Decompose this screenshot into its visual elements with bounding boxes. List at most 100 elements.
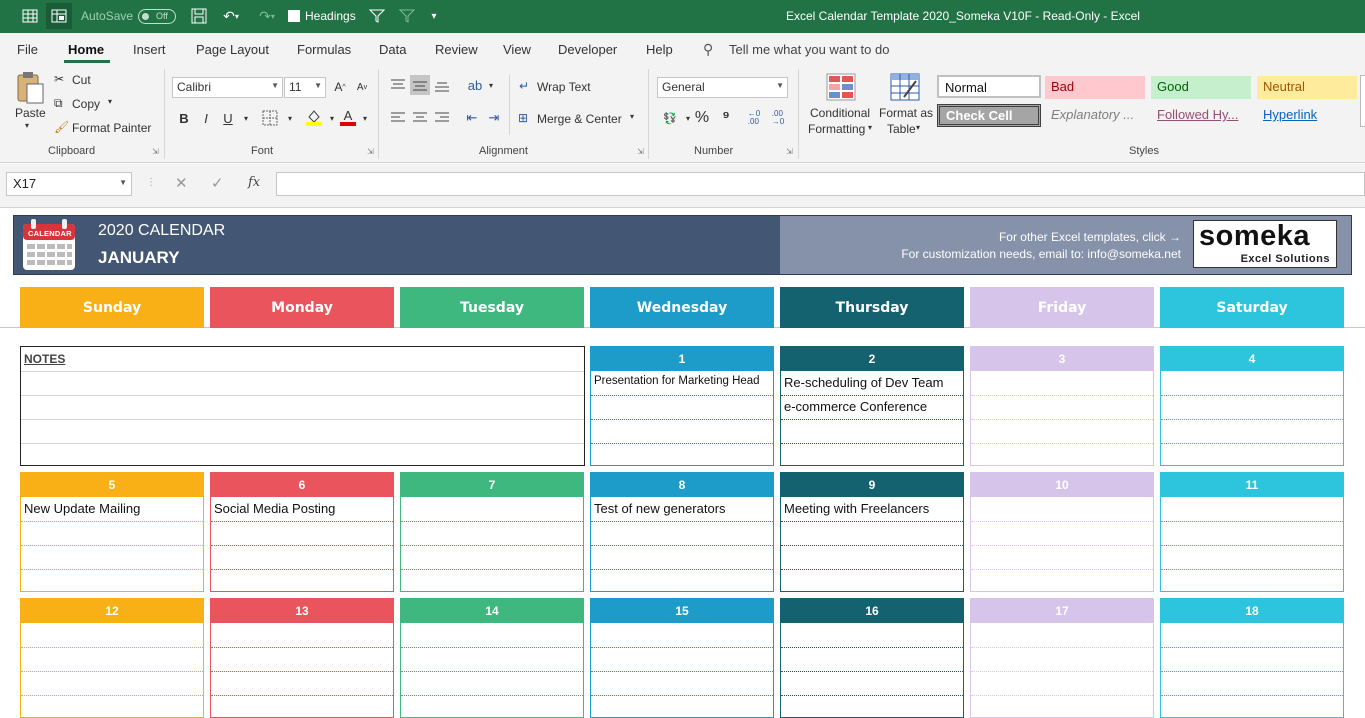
menu-developer[interactable]: Developer xyxy=(558,42,617,57)
redo-icon[interactable]: ↷ ▾ xyxy=(254,7,280,25)
font-launcher-icon[interactable]: ⇲ xyxy=(367,147,374,156)
day-cell[interactable]: 16 xyxy=(780,598,964,718)
align-bottom-icon[interactable] xyxy=(432,75,452,95)
align-center-icon[interactable] xyxy=(410,108,430,128)
orientation-dropdown-icon[interactable]: ▾ xyxy=(481,75,501,95)
customize-toolbar-icon[interactable]: ▾ xyxy=(424,7,444,25)
format-painter-icon[interactable]: 🖌 xyxy=(54,120,69,134)
align-top-icon[interactable] xyxy=(388,75,408,95)
save-icon[interactable] xyxy=(189,7,209,25)
underline-icon[interactable]: U xyxy=(218,108,238,128)
day-cell[interactable]: 13 xyxy=(210,598,394,718)
format-as-table-dropdown-icon[interactable]: ▾ xyxy=(916,123,920,132)
menu-view[interactable]: View xyxy=(503,42,531,57)
day-cell[interactable]: 14 xyxy=(400,598,584,718)
number-format-combo[interactable]: General ▼ xyxy=(657,77,788,98)
paste-button[interactable]: Paste xyxy=(15,106,46,120)
copy-icon[interactable]: ⧉ xyxy=(54,96,63,111)
style-explanatory[interactable]: Explanatory ... xyxy=(1045,104,1145,127)
tell-me-input[interactable]: Tell me what you want to do xyxy=(729,42,889,57)
autosave-toggle[interactable]: Off xyxy=(138,9,176,24)
conditional-formatting-icon[interactable] xyxy=(826,73,856,101)
menu-review[interactable]: Review xyxy=(435,42,478,57)
style-followed-hyperlink[interactable]: Followed Hy... xyxy=(1151,104,1251,127)
undo-icon[interactable]: ↶ ▾ xyxy=(218,7,244,25)
filter-icon[interactable] xyxy=(367,7,387,25)
day-cell[interactable]: 3 xyxy=(970,346,1154,466)
decrease-decimal-icon[interactable]: .00 →0 xyxy=(768,108,788,128)
fill-color-icon[interactable] xyxy=(304,107,324,127)
italic-icon[interactable]: I xyxy=(196,108,216,128)
grid-view-icon[interactable] xyxy=(20,7,40,25)
merge-dropdown-icon[interactable]: ▾ xyxy=(630,112,634,121)
menu-page-layout[interactable]: Page Layout xyxy=(196,42,269,57)
cut-button[interactable]: Cut xyxy=(72,73,91,87)
accounting-format-icon[interactable]: 💱 xyxy=(660,108,680,128)
style-check-cell[interactable]: Check Cell xyxy=(937,104,1041,127)
copy-dropdown-icon[interactable]: ▾ xyxy=(108,97,112,106)
headings-checkbox[interactable] xyxy=(288,10,300,22)
conditional-formatting-label-2[interactable]: Formatting xyxy=(808,122,865,136)
increase-font-icon[interactable]: A ^ xyxy=(330,77,350,97)
cut-icon[interactable]: ✂ xyxy=(54,72,64,86)
day-cell[interactable]: 7 xyxy=(400,472,584,592)
bold-icon[interactable]: B xyxy=(174,108,194,128)
customization-email-text[interactable]: For customization needs, email to: info@… xyxy=(901,247,1181,261)
number-launcher-icon[interactable]: ⇲ xyxy=(786,147,793,156)
font-size-combo[interactable]: 11 ▼ xyxy=(284,77,326,98)
decrease-indent-icon[interactable]: ⇤ xyxy=(462,108,482,128)
align-left-icon[interactable] xyxy=(388,108,408,128)
format-as-table-icon[interactable] xyxy=(890,73,920,101)
styles-gallery-scroll[interactable] xyxy=(1360,75,1365,127)
menu-file[interactable]: File xyxy=(17,42,38,57)
paste-dropdown-icon[interactable]: ▾ xyxy=(25,121,29,130)
style-normal[interactable]: Normal xyxy=(937,75,1041,98)
event-text[interactable]: Social Media Posting xyxy=(214,501,394,516)
increase-indent-icon[interactable]: ⇥ xyxy=(484,108,504,128)
day-cell[interactable]: 12 xyxy=(20,598,204,718)
event-text[interactable]: Presentation for Marketing Head xyxy=(594,375,774,387)
menu-formulas[interactable]: Formulas xyxy=(297,42,351,57)
someka-logo[interactable]: someka Excel Solutions xyxy=(1193,220,1337,268)
event-text[interactable]: Re-scheduling of Dev Team xyxy=(784,375,964,390)
clipboard-launcher-icon[interactable]: ⇲ xyxy=(152,147,159,156)
font-color-dropdown-icon[interactable]: ▾ xyxy=(355,108,375,128)
event-text[interactable]: e-commerce Conference xyxy=(784,399,964,414)
day-cell[interactable]: 18 xyxy=(1160,598,1344,718)
format-painter-button[interactable]: Format Painter xyxy=(72,121,151,135)
decrease-font-icon[interactable]: Av xyxy=(352,77,372,97)
name-box[interactable]: X17 ▼ xyxy=(6,172,132,196)
day-cell[interactable]: 10 xyxy=(970,472,1154,592)
format-as-table-label-2[interactable]: Table xyxy=(887,122,916,136)
cancel-icon[interactable]: ✕ xyxy=(175,174,188,192)
comma-style-icon[interactable]: ⁹ xyxy=(716,108,736,128)
day-cell[interactable]: 4 xyxy=(1160,346,1344,466)
conditional-formatting-label-1[interactable]: Conditional xyxy=(810,106,870,120)
day-cell[interactable]: 6 Social Media Posting xyxy=(210,472,394,592)
align-right-icon[interactable] xyxy=(432,108,452,128)
worksheet[interactable]: CALENDAR 2020 CALENDAR JANUARY For other… xyxy=(0,207,1365,718)
day-cell[interactable]: 5 New Update Mailing xyxy=(20,472,204,592)
menu-insert[interactable]: Insert xyxy=(133,42,166,57)
style-neutral[interactable]: Neutral xyxy=(1257,76,1357,99)
drag-handle-icon[interactable]: ⋮ xyxy=(146,177,156,188)
insert-function-icon[interactable]: fx xyxy=(248,175,260,190)
format-as-table-label-1[interactable]: Format as xyxy=(879,106,933,120)
enter-icon[interactable]: ✓ xyxy=(211,174,224,192)
day-cell[interactable]: 8 Test of new generators xyxy=(590,472,774,592)
notes-box[interactable]: NOTES xyxy=(20,346,585,466)
formula-input[interactable] xyxy=(276,172,1365,196)
underline-dropdown-icon[interactable]: ▾ xyxy=(236,108,256,128)
alignment-launcher-icon[interactable]: ⇲ xyxy=(637,147,644,156)
align-middle-icon[interactable] xyxy=(410,75,430,95)
borders-icon[interactable] xyxy=(260,108,280,128)
form-view-icon[interactable] xyxy=(46,3,72,29)
day-cell[interactable]: 1 Presentation for Marketing Head xyxy=(590,346,774,466)
event-text[interactable]: Test of new generators xyxy=(594,501,774,516)
event-text[interactable]: Meeting with Freelancers xyxy=(784,501,964,516)
copy-button[interactable]: Copy xyxy=(72,97,100,111)
chevron-down-icon[interactable]: ▼ xyxy=(119,178,127,187)
increase-decimal-icon[interactable]: ←0.00 xyxy=(744,108,764,128)
day-cell[interactable]: 17 xyxy=(970,598,1154,718)
day-cell[interactable]: 9 Meeting with Freelancers xyxy=(780,472,964,592)
